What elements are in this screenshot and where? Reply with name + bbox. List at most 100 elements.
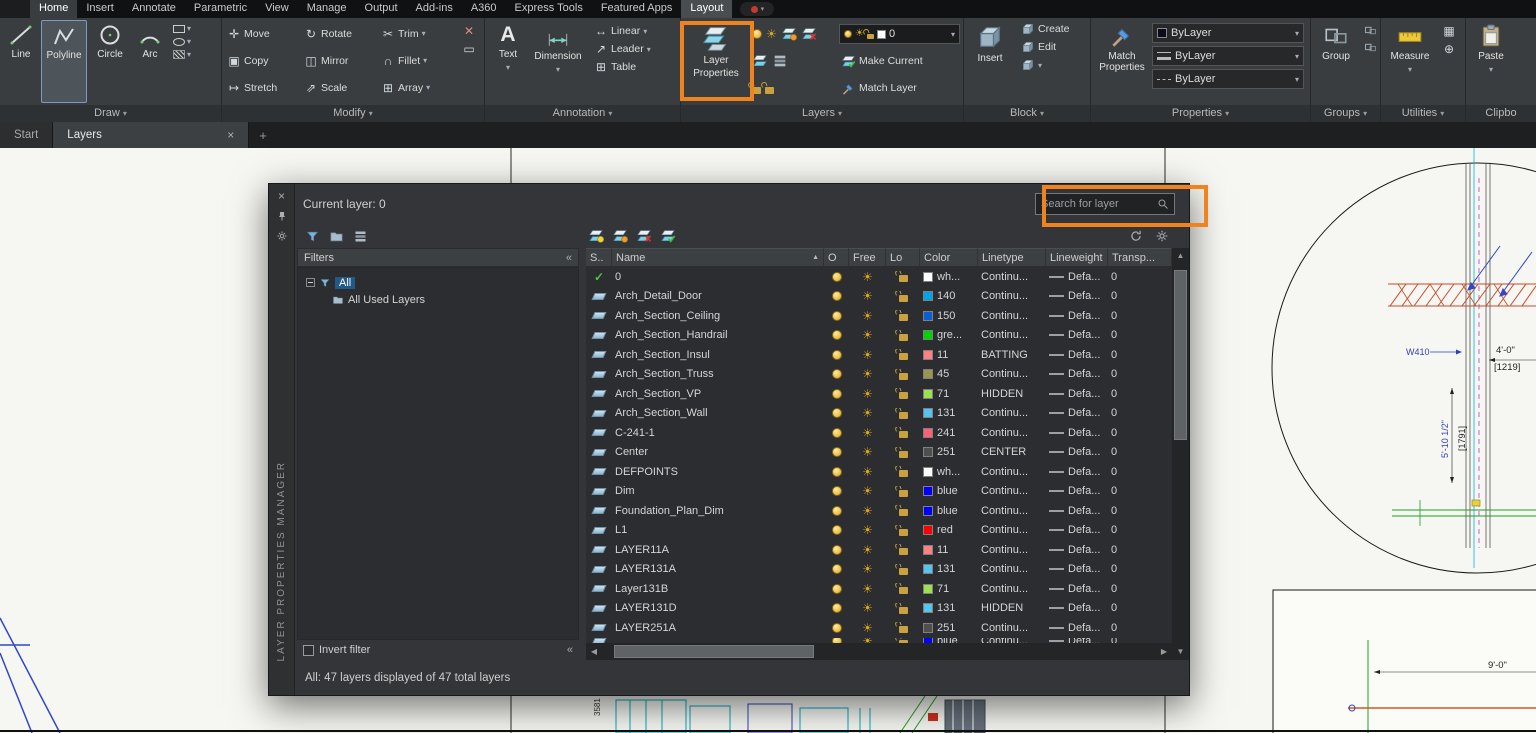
text-button[interactable]: A Text ▾: [488, 20, 528, 103]
layer-lineweight[interactable]: Defa...: [1046, 290, 1108, 302]
layer-lineweight[interactable]: Defa...: [1046, 563, 1108, 575]
col-status[interactable]: S..: [586, 248, 612, 267]
layer-transparency[interactable]: 0: [1108, 407, 1172, 419]
layer-transparency[interactable]: 0: [1108, 622, 1172, 634]
match-layer-button[interactable]: Match Layer: [839, 81, 919, 96]
layer-row[interactable]: Layer131B ☀ 71 Continu... Defa... 0: [586, 579, 1172, 599]
layer-on-icon[interactable]: [831, 505, 842, 516]
layer-linetype[interactable]: Continu...: [978, 407, 1046, 419]
layer-freeze-icon[interactable]: ☀: [862, 544, 873, 556]
layer-on-icon[interactable]: [831, 271, 842, 282]
layer-color-cell[interactable]: 251: [920, 622, 978, 634]
layer-lineweight[interactable]: Defa...: [1046, 349, 1108, 361]
layer-transparency[interactable]: 0: [1108, 485, 1172, 497]
layer-on-icon[interactable]: [831, 427, 842, 438]
polyline-button[interactable]: Polyline: [41, 20, 87, 103]
group-edit-icon[interactable]: [1364, 41, 1377, 54]
layer-lineweight[interactable]: Defa...: [1046, 446, 1108, 458]
lock-icon[interactable]: [747, 80, 761, 94]
layer-color-cell[interactable]: blue: [920, 485, 978, 497]
layer-lock-icon[interactable]: [893, 446, 908, 458]
layer-lock-icon[interactable]: [893, 622, 908, 634]
layer-off-icon[interactable]: [752, 29, 762, 39]
vscroll-thumb[interactable]: [1174, 270, 1187, 440]
line-button[interactable]: Line: [3, 20, 39, 103]
layer-on-icon[interactable]: [831, 544, 842, 555]
layer-color-cell[interactable]: 150: [920, 310, 978, 322]
col-lineweight[interactable]: Lineweight: [1046, 248, 1108, 267]
panel-caption-draw[interactable]: Draw ▾: [0, 105, 221, 122]
layer-lock-icon[interactable]: [893, 368, 908, 380]
layer-vp-freeze-icon[interactable]: [781, 26, 797, 42]
layer-freeze-icon[interactable]: ☀: [862, 310, 873, 322]
block-attributes-button[interactable]: ▾: [1019, 58, 1072, 72]
layer-transparency[interactable]: 0: [1108, 602, 1172, 614]
layer-states-manager-button[interactable]: [351, 227, 369, 245]
col-transparency[interactable]: Transp...: [1108, 248, 1172, 267]
record-button[interactable]: ▾: [740, 2, 775, 16]
layer-select-dropdown[interactable]: ☀ 0 ▾: [839, 24, 960, 44]
arc-button[interactable]: Arc: [133, 20, 167, 103]
layer-freeze-icon[interactable]: ☀: [862, 427, 873, 439]
layer-linetype[interactable]: Continu...: [978, 544, 1046, 556]
layer-row[interactable]: LAYER11A ☀ 11 Continu... Defa... 0: [586, 540, 1172, 560]
modify-tool-button[interactable]: ⇗ Scale ▾: [302, 74, 379, 101]
layer-lock-icon[interactable]: [893, 427, 908, 439]
layer-lock-icon[interactable]: [893, 466, 908, 478]
layer-lineweight[interactable]: Defa...: [1046, 505, 1108, 517]
layer-row[interactable]: LAYER131A ☀ 131 Continu... Defa... 0: [586, 560, 1172, 580]
panel-caption-layers[interactable]: Layers ▾: [681, 105, 963, 122]
layer-linetype[interactable]: Continu...: [978, 563, 1046, 575]
layer-linetype[interactable]: Continu...: [978, 290, 1046, 302]
new-group-filter-button[interactable]: [327, 227, 345, 245]
layer-linetype[interactable]: BATTING: [978, 349, 1046, 361]
layer-linetype[interactable]: Continu...: [978, 505, 1046, 517]
hatch-tool-button[interactable]: ▾: [173, 50, 191, 59]
pane-splitter[interactable]: [579, 248, 586, 660]
layer-on-icon[interactable]: [831, 388, 842, 399]
modify-tool-button[interactable]: ✂ Trim ▾: [379, 20, 456, 47]
layer-on-icon[interactable]: [831, 466, 842, 477]
ribbon-tab[interactable]: A360: [462, 0, 506, 18]
measure-button[interactable]: Measure ▾: [1384, 20, 1436, 103]
layer-transparency[interactable]: 0: [1108, 388, 1172, 400]
layer-on-icon[interactable]: [831, 564, 842, 575]
ribbon-tab[interactable]: Insert: [77, 0, 123, 18]
panel-caption-groups[interactable]: Groups ▾: [1311, 105, 1380, 122]
layer-transparency[interactable]: 0: [1108, 329, 1172, 341]
layer-on-icon[interactable]: [831, 291, 842, 302]
new-layer-button[interactable]: [587, 227, 605, 245]
layer-lock-icon[interactable]: [893, 602, 908, 614]
layer-linetype[interactable]: Continu...: [978, 368, 1046, 380]
layer-color-cell[interactable]: wh...: [920, 466, 978, 478]
layer-on-icon[interactable]: [831, 525, 842, 536]
close-palette-icon[interactable]: ×: [278, 190, 285, 202]
object-color-dropdown[interactable]: ByLayer ▾: [1152, 23, 1304, 43]
filter-item-all[interactable]: All: [298, 274, 578, 291]
make-current-button[interactable]: Make Current: [839, 54, 925, 69]
ribbon-tab[interactable]: Output: [356, 0, 407, 18]
layer-on-icon[interactable]: [831, 603, 842, 614]
scroll-up-icon[interactable]: ▲: [1177, 248, 1185, 264]
layer-on-icon[interactable]: [831, 583, 842, 594]
erase-tool-button[interactable]: ✕: [462, 24, 476, 38]
ribbon-tab[interactable]: Layout: [681, 0, 733, 18]
modify-tool-button[interactable]: ⊞ Array ▾: [379, 74, 456, 101]
invert-filter-checkbox[interactable]: [303, 644, 314, 656]
layer-lineweight[interactable]: Defa...: [1046, 388, 1108, 400]
layer-linetype[interactable]: Continu...: [978, 310, 1046, 322]
layer-row[interactable]: Arch_Section_Truss ☀ 45 Continu... Defa.…: [586, 365, 1172, 385]
layer-color-cell[interactable]: 45: [920, 368, 978, 380]
layer-lock-icon[interactable]: [893, 349, 908, 361]
edit-block-button[interactable]: Edit: [1019, 40, 1072, 54]
layer-lineweight[interactable]: Defa...: [1046, 310, 1108, 322]
app-menu-corner[interactable]: [0, 0, 30, 18]
layer-row[interactable]: LAYER131D ☀ 131 HIDDEN Defa... 0: [586, 599, 1172, 619]
layer-row[interactable]: Foundation_Plan_Dim ☀ blue Continu... De…: [586, 501, 1172, 521]
layer-freeze-icon[interactable]: ☀: [862, 446, 873, 458]
panel-caption-properties[interactable]: Properties ▾: [1091, 105, 1310, 122]
panel-caption-annotation[interactable]: Annotation ▾: [485, 105, 680, 122]
vertical-scrollbar[interactable]: ▲ ▼: [1172, 248, 1189, 660]
layer-properties-button[interactable]: Layer Properties: [684, 20, 748, 103]
settings-gear-icon[interactable]: [1153, 227, 1171, 245]
